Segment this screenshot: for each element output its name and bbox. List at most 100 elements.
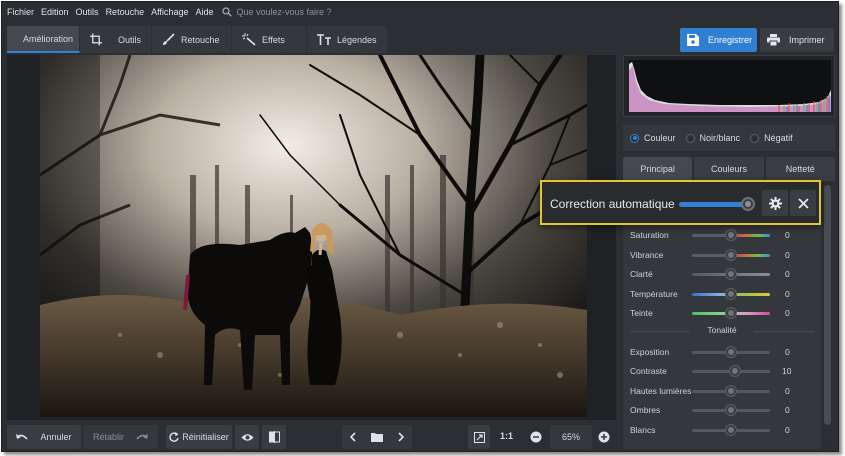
scrollbar-thumb[interactable] (824, 185, 831, 425)
auto-correction-settings-button[interactable] (762, 190, 788, 216)
brush-icon (163, 33, 175, 45)
save-label: Enregistrer (708, 35, 753, 45)
mode-noir-blanc[interactable]: Noir/blanc (685, 133, 741, 143)
slider-row-clart-: Clarté 0 (623, 268, 821, 282)
slider-handle[interactable] (726, 347, 736, 357)
compare-icon (268, 431, 280, 443)
slider-value: 0 (785, 405, 790, 415)
zoom-out-button[interactable] (526, 425, 546, 449)
app-window: Fichier Edition Outils Retouche Affichag… (1, 1, 839, 452)
slider-label: Hautes lumières (630, 386, 692, 396)
radio-unselected (750, 133, 760, 143)
slider-handle[interactable] (726, 386, 736, 396)
print-button[interactable]: Imprimer (760, 28, 834, 52)
mode-couleur[interactable]: Couleur (630, 133, 676, 143)
save-icon (687, 34, 699, 46)
preview-button[interactable] (235, 425, 259, 449)
tab-couleurs[interactable]: Couleurs (694, 157, 764, 181)
image-canvas[interactable] (7, 55, 616, 420)
reset-label: Réinitialiser (182, 432, 229, 442)
slider-value: 0 (785, 289, 790, 299)
adjustments-panel: Couleur Noir/blanc Négatif Principal Cou… (620, 55, 838, 451)
slider-handle[interactable] (726, 405, 736, 415)
tab-label: Effets (262, 34, 285, 45)
menu-affichage[interactable]: Affichage (151, 7, 188, 17)
menu-fichier[interactable]: Fichier (7, 7, 34, 17)
slider-value: 0 (785, 425, 790, 435)
slider-handle[interactable] (729, 366, 740, 376)
compare-button[interactable] (262, 425, 286, 449)
printer-icon (767, 34, 780, 46)
mode-label: Noir/blanc (699, 133, 741, 143)
undo-button[interactable]: Annuler (7, 425, 81, 449)
redo-icon (136, 433, 148, 439)
menu-outils[interactable]: Outils (76, 7, 99, 17)
magic-wand-icon (242, 33, 256, 46)
auto-correction-label: Correction automatique (550, 197, 675, 211)
close-icon (797, 197, 809, 209)
slider-value: 0 (785, 347, 790, 357)
menu-bar: Fichier Edition Outils Retouche Affichag… (2, 2, 838, 22)
tab-effets[interactable]: Effets (232, 26, 307, 53)
print-label: Imprimer (789, 35, 825, 45)
minus-circle-icon (530, 431, 542, 443)
tab-legendes[interactable]: Légendes (307, 26, 387, 53)
zoom-value[interactable]: 65% (550, 425, 592, 449)
menu-retouche[interactable]: Retouche (106, 7, 145, 17)
menu-aide[interactable]: Aide (195, 7, 213, 17)
tab-retouche[interactable]: Retouche (152, 26, 232, 53)
open-folder-button[interactable] (366, 425, 388, 449)
slider-handle[interactable] (726, 250, 736, 260)
tab-principal[interactable]: Principal (623, 157, 693, 181)
eye-icon (241, 433, 253, 441)
tab-label: Retouche (181, 34, 220, 45)
slider-value: 0 (785, 250, 790, 260)
slider-row-hautes-lumi-res: Hautes lumières 0 (623, 385, 821, 399)
slider-handle[interactable] (726, 425, 736, 435)
slider-row-exposition: Exposition 0 (623, 346, 821, 360)
slider-label: Saturation (630, 230, 669, 240)
auto-correction-close-button[interactable] (790, 190, 816, 216)
slider-label: Vibrance (630, 250, 664, 260)
mode-negatif[interactable]: Négatif (750, 133, 793, 143)
radio-unselected (685, 133, 695, 143)
panel-tabs: Principal Couleurs Netteté (623, 157, 835, 181)
auto-correction-slider-track[interactable] (679, 202, 749, 207)
slider-handle[interactable] (726, 269, 736, 279)
fit-screen-button[interactable] (468, 425, 490, 449)
navigation-group (342, 425, 412, 449)
zoom-in-button[interactable] (594, 425, 614, 449)
slider-handle[interactable] (726, 230, 736, 240)
save-button[interactable]: Enregistrer (680, 28, 757, 52)
slider-label: Température (630, 289, 678, 299)
slider-value: 0 (785, 386, 790, 396)
reset-button[interactable]: Réinitialiser (166, 425, 232, 449)
next-image-button[interactable] (390, 425, 412, 449)
undo-label: Annuler (40, 432, 72, 442)
tab-label: Amélioration (23, 33, 74, 44)
auto-correction-slider-handle[interactable] (741, 197, 755, 211)
redo-button[interactable]: Rétablir (83, 425, 158, 449)
tab-amelioration[interactable]: Amélioration (7, 26, 80, 53)
slider-value: 0 (785, 269, 790, 279)
panel-scrollbar[interactable] (823, 185, 832, 447)
menu-edition[interactable]: Edition (41, 7, 69, 17)
undo-icon (16, 433, 29, 439)
radio-selected (630, 133, 639, 143)
tab-outils[interactable]: Outils (80, 26, 152, 53)
slider-handle[interactable] (726, 308, 736, 318)
prev-image-button[interactable] (342, 425, 364, 449)
gear-icon (768, 196, 782, 210)
auto-correction-popup: Correction automatique (540, 180, 821, 225)
mode-label: Négatif (764, 133, 793, 143)
tab-nettete[interactable]: Netteté (765, 157, 835, 181)
menu-search[interactable]: Que voulez-vous faire ? (222, 7, 332, 17)
histogram (623, 55, 835, 117)
ratio-1-1-button[interactable]: 1:1 (500, 431, 513, 441)
bottom-bar: Annuler Rétablir Réinitialiser 1:1 65% (2, 422, 618, 451)
tonality-section-title: Tonalité (630, 325, 814, 337)
fit-screen-icon (473, 431, 485, 443)
color-mode-group: Couleur Noir/blanc Négatif (623, 125, 835, 151)
slider-label: Exposition (630, 347, 670, 357)
slider-handle[interactable] (726, 289, 736, 299)
